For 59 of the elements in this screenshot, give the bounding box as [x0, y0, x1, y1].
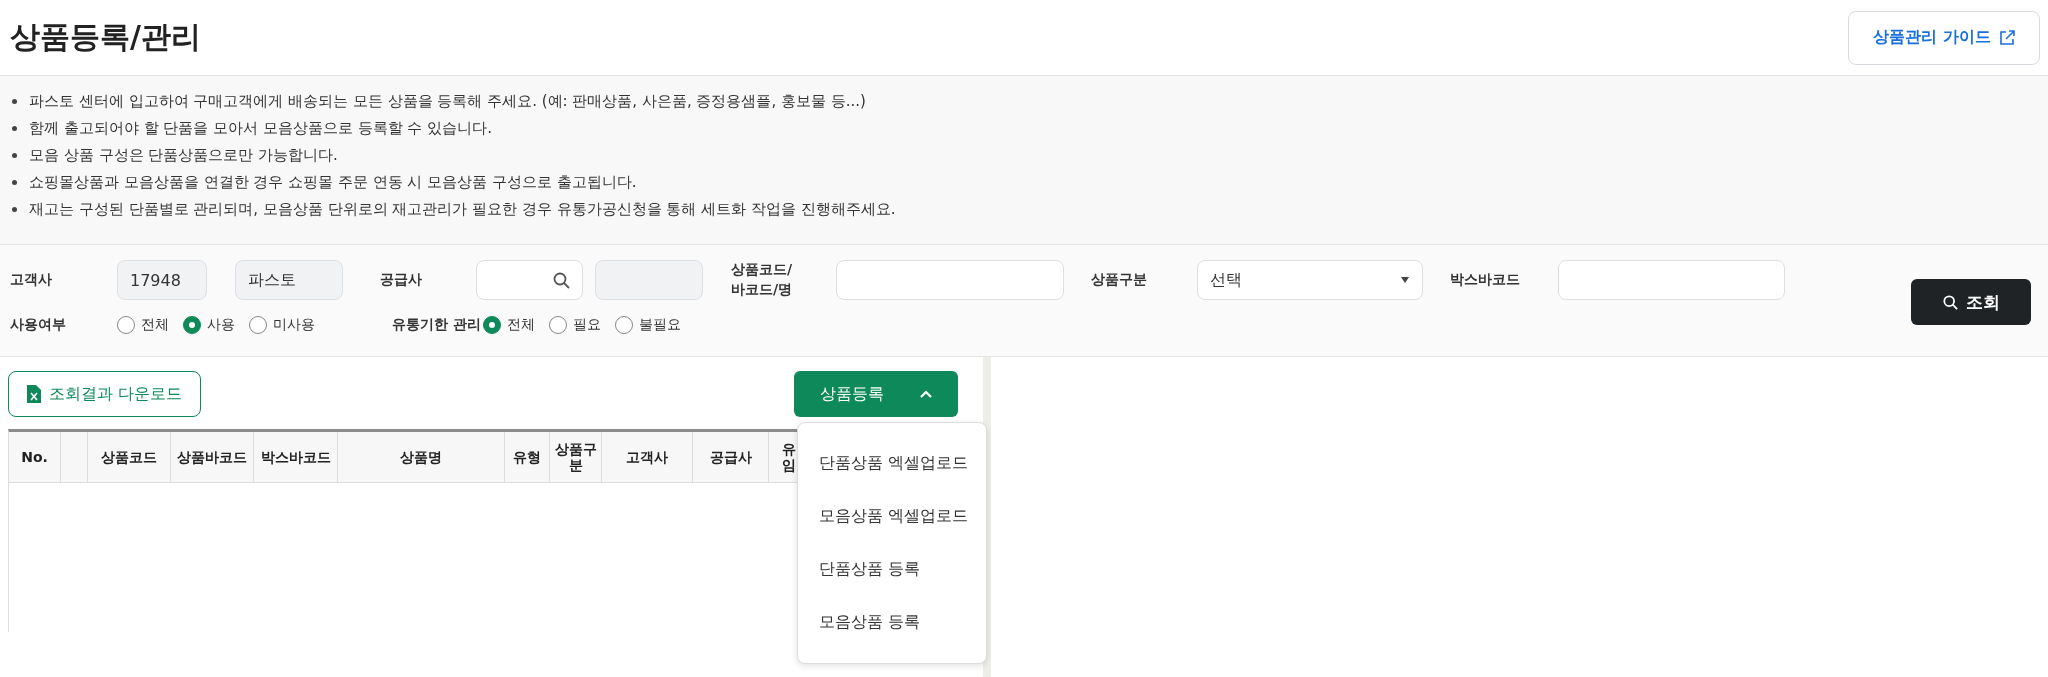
search-icon: [1942, 294, 1958, 310]
column-header[interactable]: 상품명: [338, 432, 505, 482]
radio-label: 필요: [573, 316, 601, 334]
bullet-icon: [12, 126, 17, 131]
note-text: 재고는 구성된 단품별로 관리되며, 모음상품 단위로의 재고관리가 필요한 경우 유통가공신청을 통해 세트화 작업을 진행해주세요.: [29, 200, 896, 219]
note-text: 함께 출고되어야 할 단품을 모아서 모음상품으로 등록할 수 있습니다.: [29, 119, 492, 138]
customer-name-field[interactable]: 파스토: [235, 260, 343, 300]
chevron-icon: [920, 390, 932, 398]
column-header[interactable]: 상품코드: [88, 432, 171, 482]
product-search-field[interactable]: [836, 260, 1064, 300]
customer-code-field[interactable]: 17948: [117, 260, 207, 300]
field-label: 유통기한 관리: [392, 315, 482, 335]
column-header[interactable]: 박스바코드: [254, 432, 338, 482]
guide-button[interactable]: 상품관리 가이드: [1848, 10, 2040, 65]
menu-item[interactable]: 모음상품 엑셀업로드: [798, 490, 986, 543]
field-label: 박스바코드: [1450, 270, 1521, 290]
register-button[interactable]: 상품등록: [794, 371, 958, 417]
dropdown-icon: [1400, 276, 1410, 284]
supplier-search-field[interactable]: [476, 260, 583, 300]
note-text: 쇼핑몰상품과 모음상품을 연결한 경우 쇼핑몰 주문 연동 시 모음상품 구성으로 출고됩니다.: [29, 173, 637, 192]
radio-button[interactable]: [117, 316, 135, 334]
external-link-icon: [1999, 29, 2015, 46]
radio-label: 불필요: [639, 316, 681, 334]
column-header[interactable]: 상품바코드: [171, 432, 254, 482]
bullet-icon: [12, 99, 17, 104]
field-label: 고객사: [10, 270, 53, 290]
note-text: 파스토 센터에 입고하여 구매고객에게 배송되는 모든 상품을 등록해 주세요. (예: 판매상품, 사은품, 증정용샘플, 홍보물 등...): [29, 92, 866, 111]
download-button[interactable]: 조회결과 다운로드: [8, 371, 202, 417]
field-label: 사용여부: [10, 315, 67, 335]
radio-button[interactable]: [549, 316, 567, 334]
menu-item[interactable]: 단품상품 등록: [798, 543, 986, 596]
search-button[interactable]: 조회: [1911, 279, 2031, 325]
search-icon: [553, 271, 570, 289]
supplier-name-field[interactable]: [595, 260, 703, 300]
excel-file-icon: [27, 385, 41, 403]
radio-label: 미사용: [273, 316, 315, 334]
category-select[interactable]: 선택: [1197, 260, 1423, 300]
column-header[interactable]: 유형: [505, 432, 550, 482]
radio-button[interactable]: [249, 316, 267, 334]
note-text: 모음 상품 구성은 단품상품으로만 가능합니다.: [29, 146, 338, 165]
radio-label: 전체: [141, 316, 169, 334]
field-label: 공급사: [380, 270, 423, 290]
column-header[interactable]: 상품구 분: [550, 432, 602, 482]
bullet-icon: [12, 180, 17, 185]
column-header[interactable]: 공급사: [693, 432, 769, 482]
column-header[interactable]: No.: [9, 432, 61, 482]
radio-button[interactable]: [183, 316, 201, 334]
radio-label: 사용: [207, 316, 235, 334]
column-header[interactable]: 고객사: [602, 432, 693, 482]
box-barcode-field[interactable]: [1558, 260, 1785, 300]
bullet-icon: [12, 153, 17, 158]
field-label: 상품구분: [1091, 270, 1148, 290]
radio-button[interactable]: [483, 316, 501, 334]
radio-button[interactable]: [615, 316, 633, 334]
bullet-icon: [12, 207, 17, 212]
menu-item[interactable]: 모음상품 등록: [798, 596, 986, 649]
radio-label: 전체: [507, 316, 535, 334]
field-label: 상품코드/ 바코드/명: [731, 260, 794, 299]
page-title: 상품등록/관리: [10, 18, 201, 56]
